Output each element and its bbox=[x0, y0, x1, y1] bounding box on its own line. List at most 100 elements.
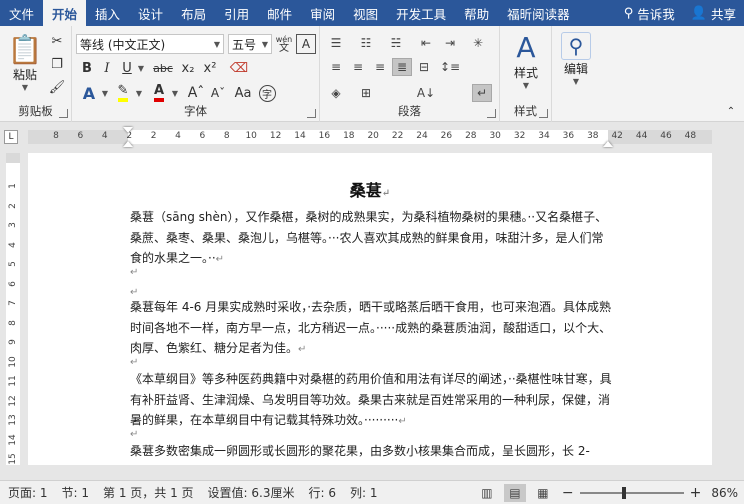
increase-indent-button[interactable]: ⇥ bbox=[440, 34, 460, 52]
underline-button[interactable]: U bbox=[118, 58, 136, 78]
ruler-tick: 2 bbox=[150, 131, 157, 141]
zoom-out-button[interactable]: − bbox=[562, 485, 574, 501]
font-color-button[interactable]: A bbox=[148, 82, 170, 104]
tab-view[interactable]: 视图 bbox=[344, 0, 387, 26]
ruler-tick: 11 bbox=[8, 375, 18, 387]
phonetic-guide-button[interactable]: wén 文 bbox=[274, 34, 294, 54]
subscript-button[interactable]: x₂ bbox=[178, 58, 198, 78]
tab-selector[interactable]: L bbox=[4, 130, 18, 144]
copy-button[interactable]: ❐ bbox=[48, 55, 66, 73]
shading-button[interactable]: ◈ bbox=[326, 84, 346, 102]
zoom-in-button[interactable]: + bbox=[690, 485, 702, 501]
font-name-combo[interactable]: 等线 (中文正文) ▼ bbox=[76, 34, 224, 54]
document-page[interactable]: 桑葚↵ 桑葚（sāng shèn），又作桑椹，桑树的成熟果实，为桑科植物桑树的果… bbox=[28, 153, 712, 465]
web-layout-button[interactable]: ▦ bbox=[532, 484, 554, 502]
zoom-level[interactable]: 86% bbox=[711, 486, 738, 500]
status-section[interactable]: 节: 1 bbox=[62, 484, 90, 501]
status-page-info[interactable]: 页面: 1 bbox=[8, 484, 48, 501]
ruler-tick: 4 bbox=[8, 241, 18, 248]
tab-mailings[interactable]: 邮件 bbox=[258, 0, 301, 26]
pilcrow-icon: ↵ bbox=[476, 86, 488, 100]
clipboard-launcher[interactable] bbox=[59, 109, 68, 118]
char-border-button[interactable]: A bbox=[296, 34, 316, 54]
paragraph-2-text: 桑葚每年 4-6 月果实成熟时采收，·去杂质，晒干或略蒸后晒干食用，也可来泡酒。… bbox=[130, 300, 612, 355]
tab-review[interactable]: 审阅 bbox=[301, 0, 344, 26]
justify-button[interactable]: ≣ bbox=[392, 58, 412, 76]
zoom-thumb[interactable] bbox=[621, 486, 626, 499]
align-left-button[interactable]: ≡ bbox=[326, 58, 346, 76]
collapse-ribbon-button[interactable]: ⌃ bbox=[724, 104, 738, 118]
line-spacing-button[interactable]: ↕≡ bbox=[440, 58, 460, 76]
change-case-button[interactable]: Aa bbox=[232, 82, 254, 104]
vertical-scrollbar[interactable] bbox=[712, 153, 744, 465]
outdent-icon: ⇤ bbox=[420, 36, 432, 50]
page-icon: ▤ bbox=[509, 485, 521, 500]
paragraph-launcher[interactable] bbox=[487, 109, 496, 118]
text-effects-dropdown[interactable]: ▼ bbox=[100, 82, 110, 104]
paste-button[interactable]: 📋 粘贴 ▼ bbox=[6, 34, 44, 93]
align-left-icon: ≡ bbox=[330, 60, 342, 74]
chinese-layout-button[interactable]: ✳ bbox=[468, 34, 488, 52]
align-center-button[interactable]: ≡ bbox=[348, 58, 368, 76]
title-text: 桑葚 bbox=[349, 181, 382, 200]
tab-developer[interactable]: 开发工具 bbox=[387, 0, 455, 26]
tab-layout[interactable]: 布局 bbox=[172, 0, 215, 26]
multilevel-list-button[interactable]: ☵ bbox=[386, 34, 406, 52]
format-painter-button[interactable]: 🖌 bbox=[48, 78, 66, 96]
tab-home[interactable]: 开始 bbox=[43, 0, 87, 26]
tab-design[interactable]: 设计 bbox=[129, 0, 172, 26]
underline-dropdown[interactable]: ▼ bbox=[136, 58, 146, 78]
show-marks-button[interactable]: ↵ bbox=[472, 84, 492, 102]
decrease-indent-button[interactable]: ⇤ bbox=[416, 34, 436, 52]
strikethrough-button[interactable]: abc bbox=[150, 58, 176, 78]
clear-format-button[interactable]: ⌫ bbox=[228, 58, 250, 78]
align-right-button[interactable]: ≡ bbox=[370, 58, 390, 76]
tab-references[interactable]: 引用 bbox=[215, 0, 258, 26]
ruler-tick: 48 bbox=[684, 131, 697, 141]
font-launcher[interactable] bbox=[307, 109, 316, 118]
styles-button[interactable]: A 样式 ▼ bbox=[506, 32, 546, 91]
editing-button[interactable]: ⚲ 编辑 ▼ bbox=[556, 32, 596, 86]
hanging-indent-marker[interactable] bbox=[123, 141, 133, 147]
status-pages[interactable]: 第 1 页，共 1 页 bbox=[103, 484, 194, 501]
enclose-char-button[interactable]: 字 bbox=[256, 82, 278, 104]
font-size-combo[interactable]: 五号 ▼ bbox=[228, 34, 272, 54]
distribute-button[interactable]: ⊟ bbox=[414, 58, 434, 76]
ruler-tick: 12 bbox=[269, 131, 282, 141]
right-indent-marker[interactable] bbox=[603, 141, 613, 147]
ruler-tick: 34 bbox=[538, 131, 550, 141]
tab-help[interactable]: 帮助 bbox=[455, 0, 498, 26]
text-effects-button[interactable]: A bbox=[78, 82, 100, 104]
shrink-font-button[interactable]: Aˇ bbox=[208, 82, 228, 104]
cut-button[interactable]: ✂ bbox=[48, 32, 66, 50]
first-line-indent-marker[interactable] bbox=[123, 127, 133, 133]
borders-button[interactable]: ⊞ bbox=[356, 84, 376, 102]
font-color-dropdown[interactable]: ▼ bbox=[170, 82, 180, 104]
status-col[interactable]: 列: 1 bbox=[350, 484, 378, 501]
status-right: ▥ ▤ ▦ − + 86% bbox=[470, 481, 738, 504]
status-row[interactable]: 行: 6 bbox=[308, 484, 336, 501]
styles-launcher[interactable] bbox=[539, 109, 548, 118]
horizontal-ruler[interactable]: 8 6 4 2 2 4 6 8 10 12 14 16 18 20 22 24 26 28 30 32 34 36 38 42… bbox=[28, 127, 712, 147]
superscript-button[interactable]: x² bbox=[200, 58, 220, 78]
tab-file[interactable]: 文件 bbox=[0, 0, 43, 26]
zoom-slider[interactable] bbox=[579, 486, 684, 499]
bold-button[interactable]: B bbox=[78, 58, 96, 78]
search-icon: ⚲ bbox=[623, 5, 634, 21]
numbering-button[interactable]: ☷ bbox=[356, 34, 376, 52]
highlight-button[interactable]: ✎ bbox=[112, 82, 134, 104]
sort-button[interactable]: A↓ bbox=[416, 84, 436, 102]
tab-foxit[interactable]: 福昕阅读器 bbox=[498, 0, 579, 26]
share-button[interactable]: 👤 共享 bbox=[683, 4, 744, 23]
read-mode-button[interactable]: ▥ bbox=[476, 484, 498, 502]
italic-button[interactable]: I bbox=[98, 58, 116, 78]
bullets-button[interactable]: ☰ bbox=[326, 34, 346, 52]
status-setting[interactable]: 设置值: 6.3厘米 bbox=[208, 484, 295, 501]
grow-font-button[interactable]: Aˆ bbox=[186, 82, 206, 104]
tab-insert[interactable]: 插入 bbox=[86, 0, 129, 26]
vertical-ruler[interactable]: 1 2 3 4 5 6 7 8 9 10 11 12 13 14 15 bbox=[6, 153, 20, 465]
chevron-down-icon: ▼ bbox=[21, 83, 29, 92]
print-layout-button[interactable]: ▤ bbox=[503, 483, 526, 502]
highlight-dropdown[interactable]: ▼ bbox=[134, 82, 144, 104]
tell-me-button[interactable]: ⚲ 告诉我 bbox=[616, 4, 683, 23]
